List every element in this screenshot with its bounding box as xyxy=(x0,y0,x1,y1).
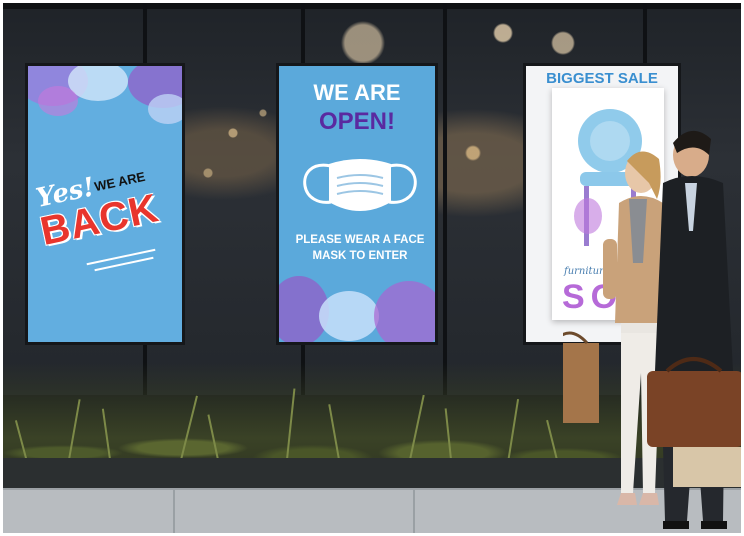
open-text: OPEN! xyxy=(318,108,395,135)
window-frame xyxy=(3,3,741,9)
watercolor-flower xyxy=(374,281,435,342)
window-mullion xyxy=(443,3,447,395)
sidewalk-joint xyxy=(173,490,175,533)
storefront-photo: Yes! WE ARE BACK WE ARE OPEN! PLEASE WEA… xyxy=(3,3,741,533)
watercolor-flower xyxy=(148,94,182,124)
watercolor-flower xyxy=(68,66,128,101)
sign-we-are-open: WE ARE OPEN! PLEASE WEAR A FACE MASK TO … xyxy=(276,63,438,345)
we-are-text: WE ARE xyxy=(313,80,401,105)
face-mask-icon xyxy=(303,159,417,211)
mask-instruction: PLEASE WEAR A FACE MASK TO ENTER xyxy=(295,234,425,262)
sign-we-are-back: Yes! WE ARE BACK xyxy=(25,63,185,345)
biggest-sale-title: BIGGEST SALE xyxy=(546,70,658,87)
sidewalk-joint xyxy=(413,490,415,533)
man-pedestrian xyxy=(647,130,741,529)
watercolor-flower xyxy=(319,291,379,341)
watercolor-flower xyxy=(38,86,78,116)
